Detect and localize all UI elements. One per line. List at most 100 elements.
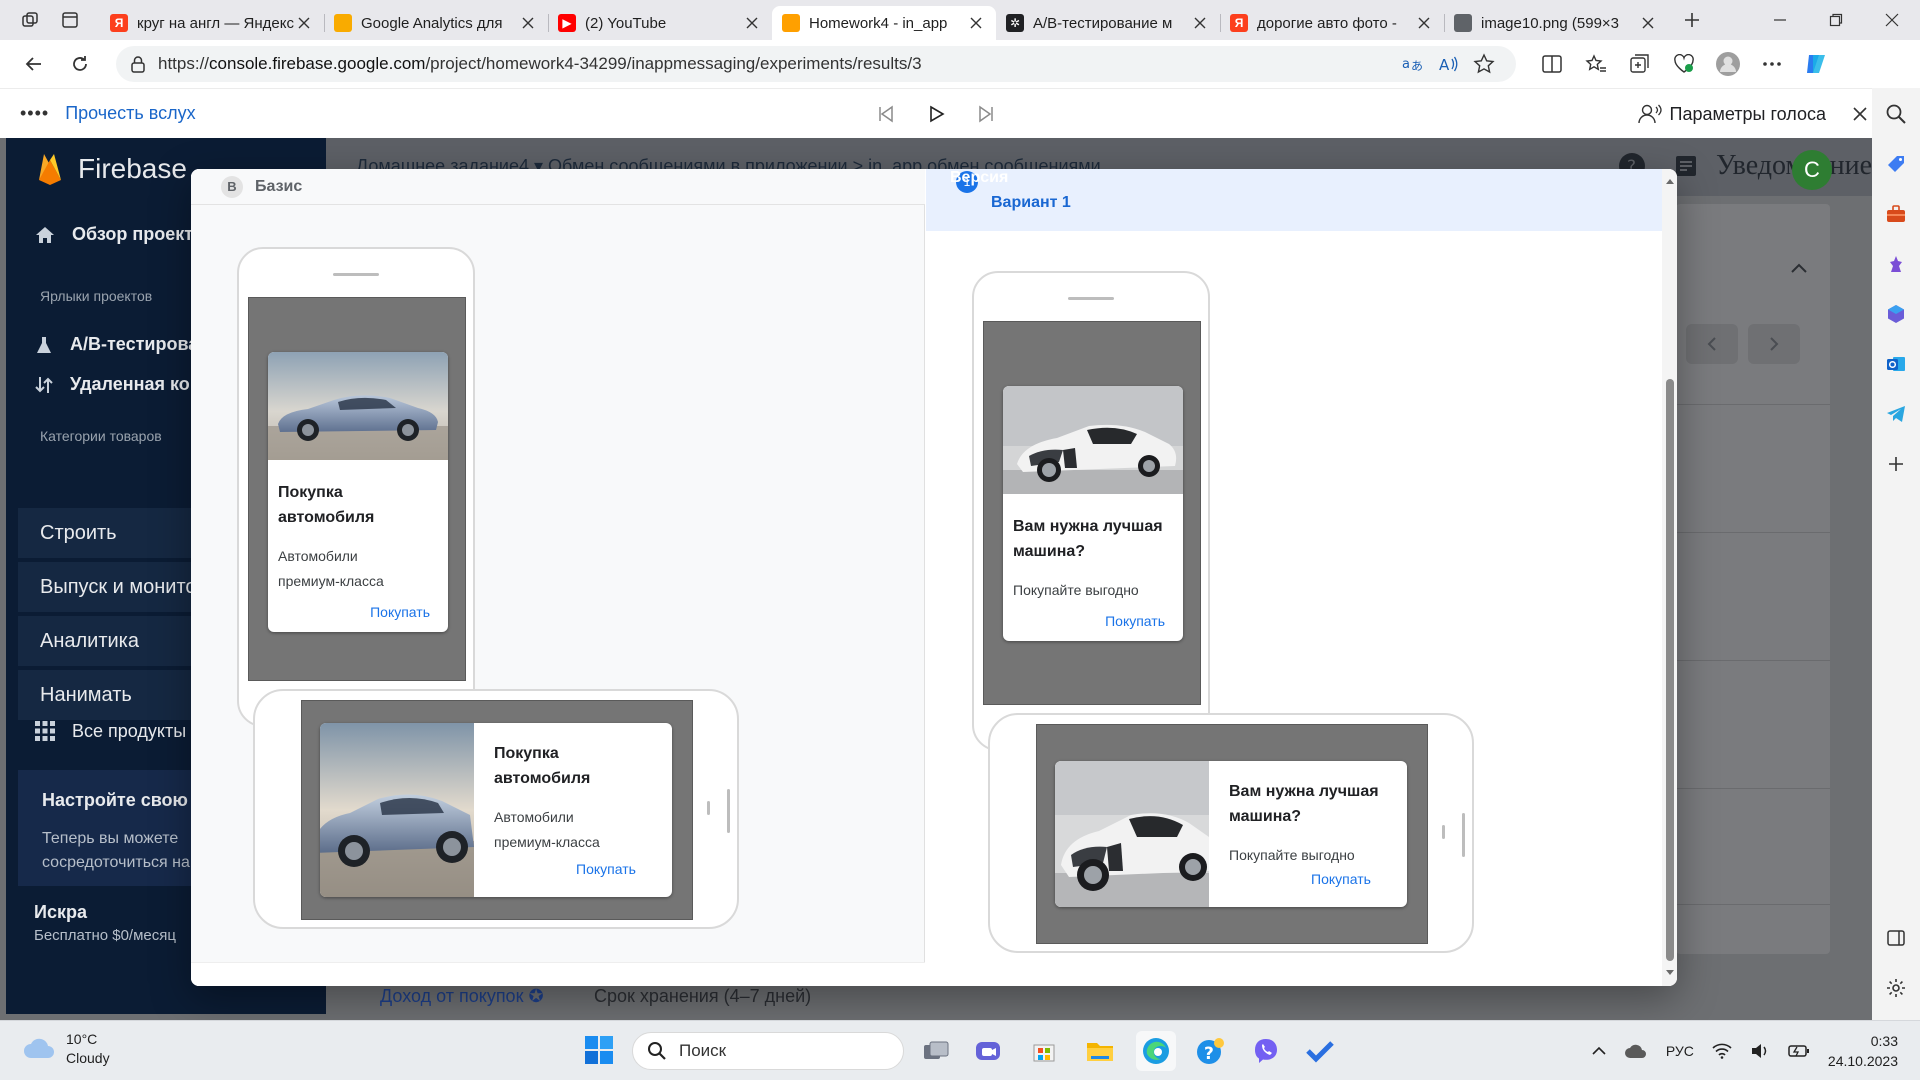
apps-grid-icon: [35, 721, 55, 741]
workspaces-icon[interactable]: [14, 4, 46, 36]
file-explorer-icon[interactable]: [1080, 1031, 1120, 1071]
favorite-star-icon[interactable]: [1466, 48, 1502, 80]
read-aloud-icon[interactable]: A: [1430, 48, 1466, 80]
variant-landscape-buy-button[interactable]: Покупать: [1229, 871, 1389, 887]
system-clock[interactable]: 0:33 24.10.2023: [1828, 1031, 1898, 1071]
dialog-scrollbar[interactable]: [1662, 169, 1677, 986]
scrollbar-thumb[interactable]: [1666, 379, 1674, 961]
edge-browser-icon[interactable]: [1136, 1031, 1176, 1071]
close-tab-icon[interactable]: [294, 13, 314, 33]
task-view-icon[interactable]: [916, 1031, 956, 1071]
browser-essentials-icon[interactable]: [1662, 46, 1706, 82]
tab-revenue[interactable]: Доход от покупок ✪: [380, 986, 544, 1007]
baseline-portrait-card[interactable]: Покупка автомобиля Автомобили премиум-клас…: [268, 352, 448, 632]
prev-page-icon[interactable]: [1686, 324, 1738, 364]
baseline-landscape-title: Покупка автомобиля: [494, 745, 591, 787]
vertical-tabs-icon[interactable]: [54, 4, 86, 36]
tray-chevron-up-icon[interactable]: [1592, 1046, 1606, 1056]
browser-tab[interactable]: image10.png (599×3: [1444, 6, 1668, 40]
voice-settings-icon[interactable]: [1637, 103, 1662, 125]
microsoft365-icon[interactable]: [1878, 296, 1914, 332]
outlook-icon[interactable]: [1878, 346, 1914, 382]
firebase-logo[interactable]: Firebase: [36, 152, 187, 186]
tools-briefcase-icon[interactable]: [1878, 196, 1914, 232]
hide-sidebar-icon[interactable]: [1878, 920, 1914, 956]
baseline-chip: B: [221, 175, 243, 198]
collections-icon[interactable]: [1618, 46, 1662, 82]
browser-tab[interactable]: Google Analytics для: [324, 6, 548, 40]
scroll-up-icon[interactable]: [1664, 175, 1675, 186]
release-notes-icon[interactable]: [1674, 154, 1698, 178]
todo-check-icon[interactable]: [1300, 1031, 1340, 1071]
onedrive-cloud-icon[interactable]: [1624, 1043, 1648, 1059]
add-sidebar-app-icon[interactable]: [1878, 446, 1914, 482]
url-field[interactable]: https://console.firebase.google.com/proj…: [116, 46, 1516, 82]
read-aloud-bar: •••• Прочесть вслух Параметры голоса: [0, 88, 1880, 138]
reader-options-icon[interactable]: ••••: [20, 103, 49, 124]
search-icon[interactable]: [1878, 96, 1914, 132]
variant-column: 1 Версия Вариант 1 Вам нужна лучшая маши…: [926, 169, 1662, 986]
plan-name: Искра: [34, 902, 87, 922]
games-icon[interactable]: [1878, 246, 1914, 282]
new-tab-button[interactable]: [1672, 4, 1712, 36]
translate-icon[interactable]: aあ: [1394, 48, 1430, 80]
taskbar-search-input[interactable]: Поиск: [632, 1032, 904, 1070]
close-tab-icon[interactable]: [1638, 13, 1658, 33]
battery-icon[interactable]: [1788, 1044, 1810, 1058]
all-products-link[interactable]: Все продукты: [34, 720, 186, 742]
close-window-icon[interactable]: [1864, 0, 1920, 40]
variant-landscape-card[interactable]: Вам нужна лучшая машина? Покупайте выгодн…: [1055, 761, 1407, 907]
windows-start-icon[interactable]: [584, 1035, 614, 1065]
browser-tab[interactable]: ▶ (2) YouTube: [548, 6, 772, 40]
close-tab-icon[interactable]: [742, 13, 762, 33]
browser-tab[interactable]: ✲ A/B-тестирование м: [996, 6, 1220, 40]
collapse-chevron-up-icon[interactable]: [1790, 262, 1808, 274]
play-icon[interactable]: [918, 99, 954, 129]
phone-side-button: [727, 789, 730, 833]
browser-tab[interactable]: Якруг на англ — Яндекс: [100, 6, 324, 40]
minimize-icon[interactable]: [1752, 0, 1808, 40]
lock-icon[interactable]: [130, 55, 146, 73]
plan-info[interactable]: Искра Бесплатно $0/месяц: [34, 902, 176, 944]
profile-avatar-icon[interactable]: [1706, 46, 1750, 82]
next-paragraph-icon[interactable]: [968, 99, 1004, 129]
variant-portrait-buy-button[interactable]: Покупать: [1003, 603, 1183, 641]
shopping-tag-icon[interactable]: [1878, 146, 1914, 182]
baseline-portrait-buy-button[interactable]: Покупать: [268, 594, 448, 632]
scroll-down-icon[interactable]: [1664, 967, 1675, 978]
copilot-icon[interactable]: [1794, 46, 1838, 82]
close-tab-icon[interactable]: [1414, 13, 1434, 33]
volume-icon[interactable]: [1750, 1043, 1770, 1059]
next-page-icon[interactable]: [1748, 324, 1800, 364]
weather-widget[interactable]: 10°C Cloudy: [22, 1030, 110, 1068]
avatar[interactable]: С: [1792, 150, 1832, 190]
voice-settings-label[interactable]: Параметры голоса: [1670, 104, 1826, 125]
teams-chat-icon[interactable]: [968, 1031, 1008, 1071]
favorites-icon[interactable]: [1574, 46, 1618, 82]
wifi-icon[interactable]: [1712, 1043, 1732, 1059]
restore-icon[interactable]: [1808, 0, 1864, 40]
clock-date: 24.10.2023: [1827, 1053, 1898, 1069]
refresh-icon[interactable]: [62, 46, 98, 82]
telegram-icon[interactable]: [1878, 396, 1914, 432]
close-tab-icon[interactable]: [1190, 13, 1210, 33]
tab-retention[interactable]: Срок хранения (4–7 дней): [594, 986, 811, 1007]
baseline-portrait-phone: Покупка автомобиля Автомобили премиум-клас…: [237, 247, 475, 727]
sidebar-settings-gear-icon[interactable]: [1878, 970, 1914, 1006]
previous-paragraph-icon[interactable]: [868, 99, 904, 129]
split-screen-icon[interactable]: [1530, 46, 1574, 82]
back-arrow-icon[interactable]: [16, 46, 52, 82]
close-tab-icon[interactable]: [518, 13, 538, 33]
microsoft-store-icon[interactable]: [1024, 1031, 1064, 1071]
baseline-landscape-buy-button[interactable]: Покупать: [494, 861, 654, 877]
close-tab-icon[interactable]: [966, 13, 986, 33]
browser-tab[interactable]: Ядорогие авто фото -: [1220, 6, 1444, 40]
browser-tab[interactable]: Homework4 - in_app: [772, 6, 996, 40]
baseline-landscape-card[interactable]: Покупка автомобиля Автомобили премиум-клас…: [320, 723, 672, 897]
viber-icon[interactable]: [1246, 1031, 1286, 1071]
help-tips-icon[interactable]: ?: [1190, 1031, 1230, 1071]
more-menu-icon[interactable]: [1750, 46, 1794, 82]
input-language[interactable]: РУС: [1666, 1043, 1694, 1059]
project-overview-link[interactable]: Обзор проекта: [34, 224, 203, 245]
variant-portrait-card[interactable]: Вам нужна лучшая машина? Покупайте выгодн…: [1003, 386, 1183, 641]
